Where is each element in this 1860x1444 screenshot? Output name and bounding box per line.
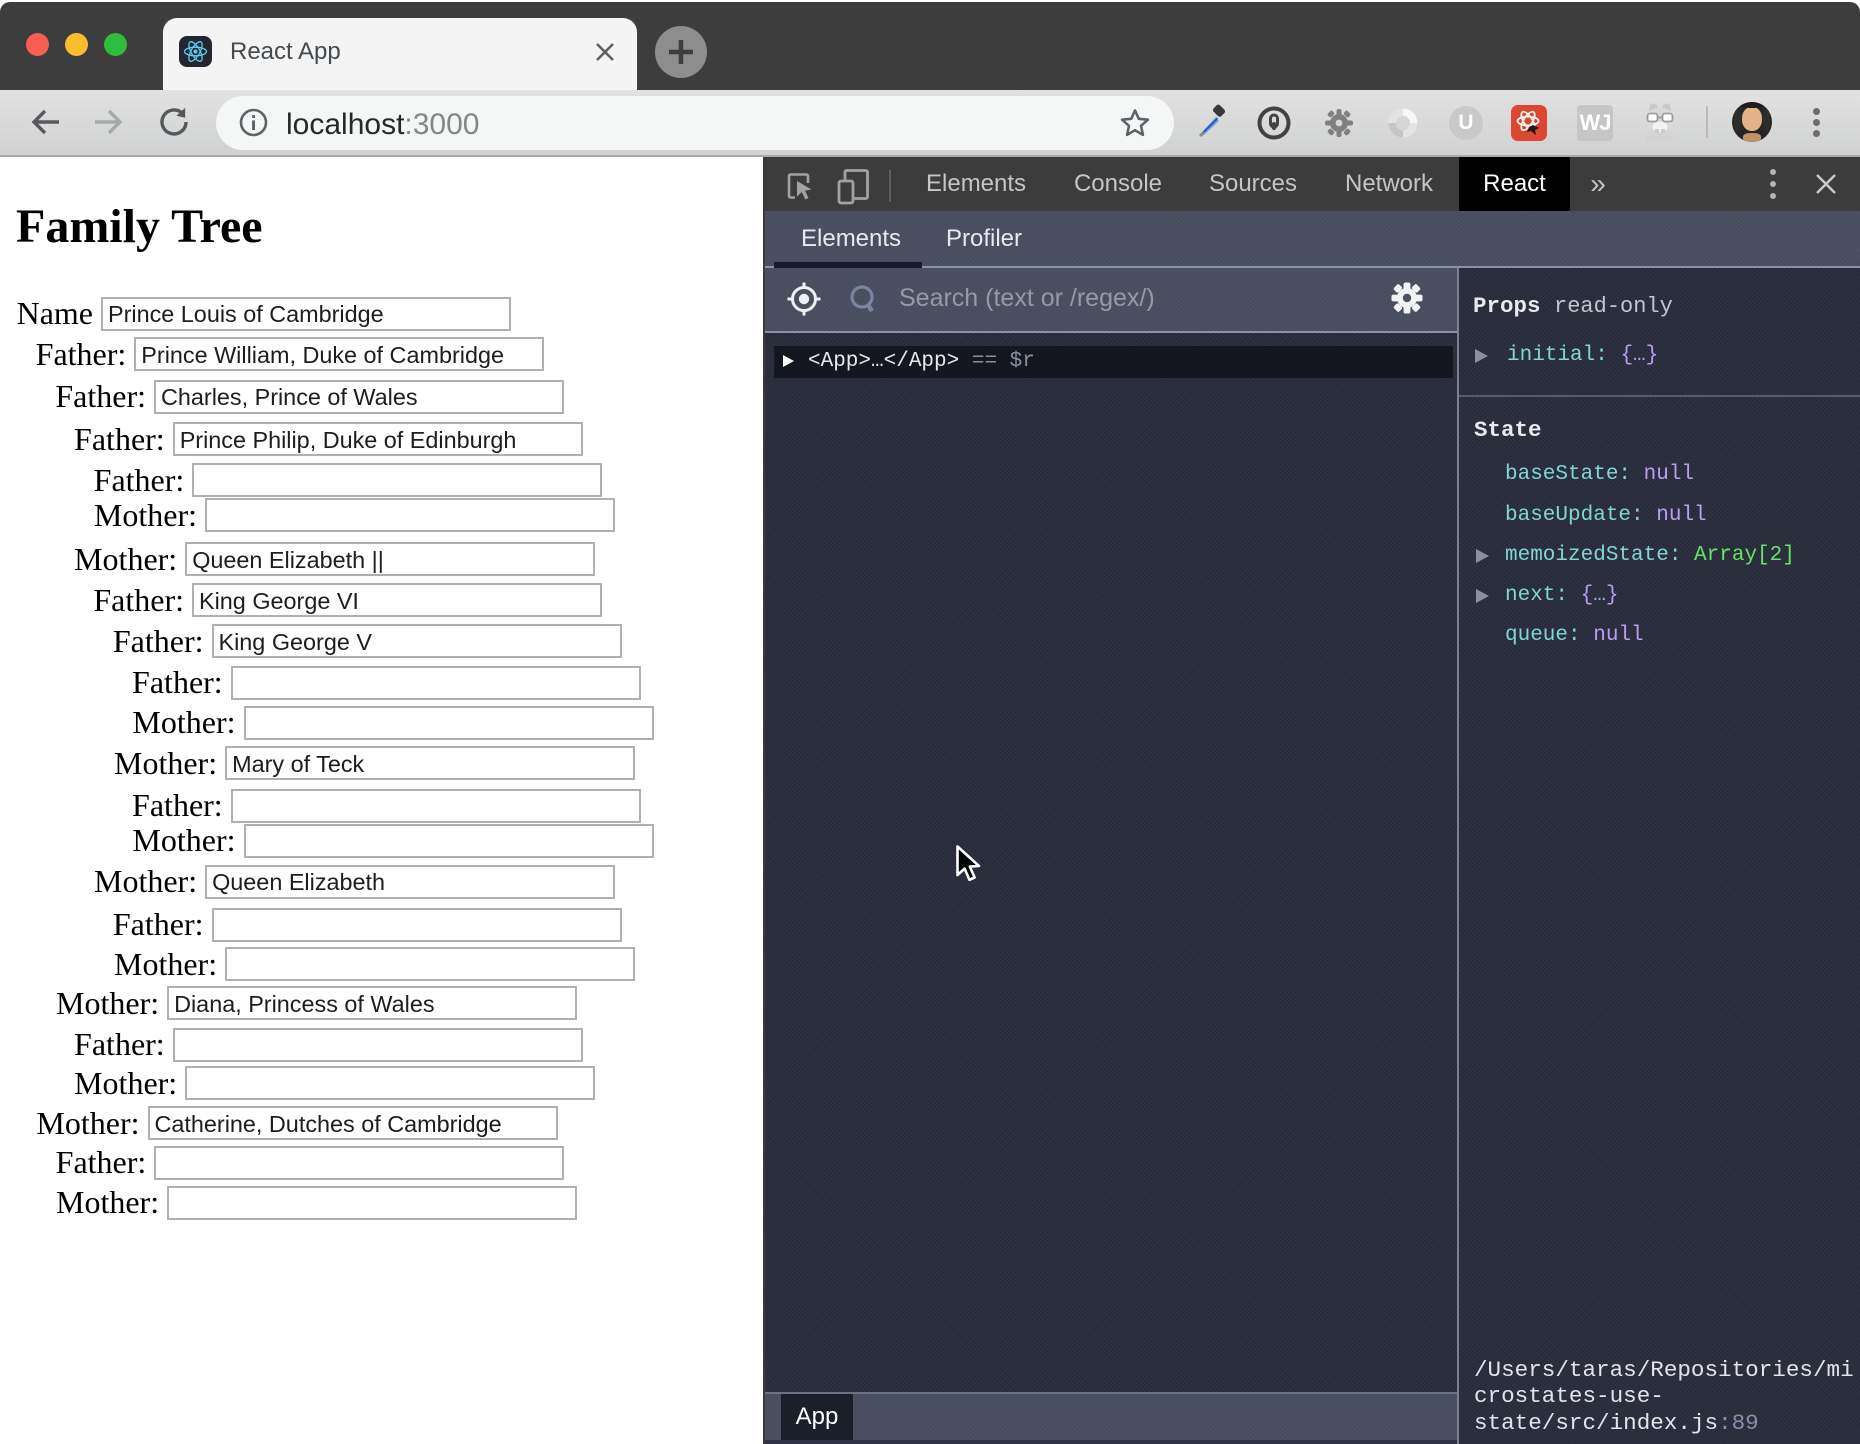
svg-text:ember: ember xyxy=(1646,132,1674,143)
